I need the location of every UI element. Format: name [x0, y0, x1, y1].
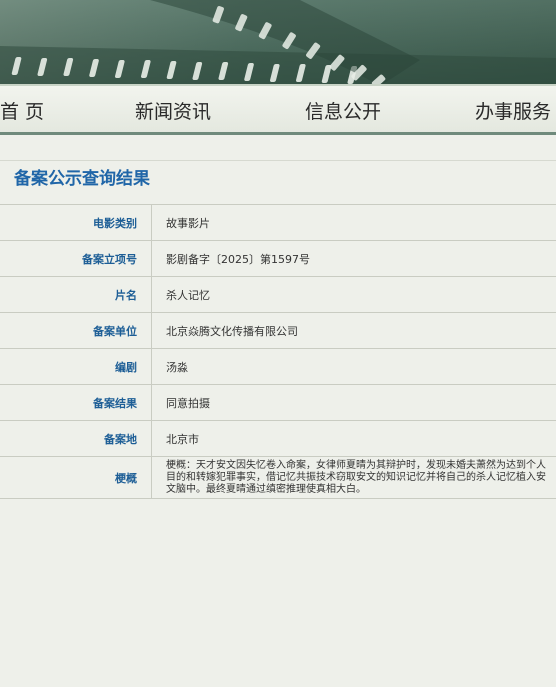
field-label: 片名: [0, 276, 152, 313]
nav-info-disclosure[interactable]: 信息公开: [305, 97, 381, 124]
field-value: 北京市: [151, 420, 556, 457]
table-row: 编剧 汤淼: [0, 348, 556, 385]
main-nav: 首 页 新闻资讯 信息公开 办事服务: [0, 86, 556, 135]
header-banner: [0, 0, 556, 86]
field-value: 同意拍摄: [151, 384, 556, 421]
field-label: 梗概: [0, 456, 152, 499]
record-table: 电影类别 故事影片 备案立项号 影剧备字〔2025〕第1597号 片名 杀人记忆…: [0, 204, 556, 499]
film-strip-graphic: [0, 0, 556, 86]
field-label: 电影类别: [0, 204, 152, 241]
field-value: 故事影片: [151, 204, 556, 241]
table-row: 备案地 北京市: [0, 420, 556, 457]
field-value: 北京焱腾文化传播有限公司: [151, 312, 556, 349]
table-row: 备案立项号 影剧备字〔2025〕第1597号: [0, 240, 556, 277]
field-label: 备案单位: [0, 312, 152, 349]
field-label: 备案结果: [0, 384, 152, 421]
nav-services[interactable]: 办事服务: [475, 97, 551, 124]
table-row: 备案结果 同意拍摄: [0, 384, 556, 421]
result-section-header: 备案公示查询结果: [0, 160, 556, 205]
field-label: 备案立项号: [0, 240, 152, 277]
table-row: 梗概 梗概：天才安文因失忆卷入命案，女律师夏晴为其辩护时，发现未婚夫萧然为达到个…: [0, 456, 556, 499]
table-row: 电影类别 故事影片: [0, 204, 556, 241]
field-label: 备案地: [0, 420, 152, 457]
table-row: 备案单位 北京焱腾文化传播有限公司: [0, 312, 556, 349]
page-title: 备案公示查询结果: [14, 169, 150, 189]
table-row: 片名 杀人记忆: [0, 276, 556, 313]
field-label: 编剧: [0, 348, 152, 385]
nav-home[interactable]: 首 页: [0, 97, 44, 124]
synopsis-value: 梗概：天才安文因失忆卷入命案，女律师夏晴为其辩护时，发现未婚夫萧然为达到个人目的…: [151, 456, 556, 499]
nav-news[interactable]: 新闻资讯: [135, 97, 211, 124]
field-value: 杀人记忆: [151, 276, 556, 313]
field-value: 汤淼: [151, 348, 556, 385]
field-value: 影剧备字〔2025〕第1597号: [151, 240, 556, 277]
